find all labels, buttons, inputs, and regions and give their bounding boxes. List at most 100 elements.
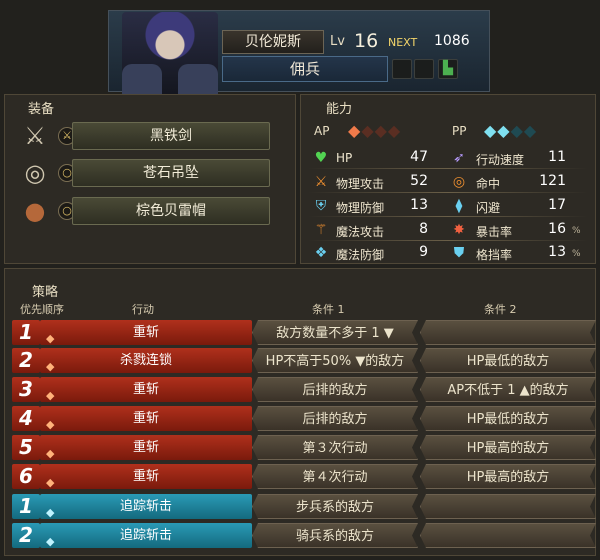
stat-mdef-value: 9 bbox=[419, 244, 428, 260]
stat-divider bbox=[308, 240, 588, 241]
gem-icon: ◆ bbox=[46, 418, 55, 431]
action-label: 追踪斩击 bbox=[119, 528, 172, 543]
condition-2[interactable]: HP最低的敌方 bbox=[420, 406, 596, 431]
equipment-title: 装备 bbox=[28, 102, 55, 117]
unit-class: 佣兵 bbox=[222, 56, 388, 82]
strategy-action[interactable]: ◆ 重斩 bbox=[40, 377, 252, 402]
action-label: 重斩 bbox=[132, 382, 159, 397]
target-icon: ◎ bbox=[452, 174, 466, 190]
action-label: 重斩 bbox=[132, 325, 159, 340]
priority-number: 5 bbox=[12, 435, 40, 460]
stat-block-unit: % bbox=[572, 249, 581, 259]
priority-number: 1 bbox=[12, 320, 40, 345]
strategy-action[interactable]: ◆ 重斩 bbox=[40, 464, 252, 489]
equip-weapon-button[interactable]: 黑铁剑 bbox=[72, 122, 270, 150]
gem-icon: ◆ bbox=[46, 535, 55, 548]
strategy-action[interactable]: ◆ 重斩 bbox=[40, 320, 252, 345]
condition-2[interactable]: HP最低的敌方 bbox=[420, 348, 596, 373]
stat-speed-value: 11 bbox=[548, 149, 566, 165]
priority-number: 2 bbox=[12, 523, 40, 548]
gem-icon: ◆ bbox=[46, 506, 55, 519]
gem-icon: ◆ bbox=[46, 476, 55, 489]
strategy-action[interactable]: ◆ 追踪斩击 bbox=[40, 494, 252, 519]
strategy-row[interactable]: 2 ◆ 追踪斩击 骑兵系的敌方 bbox=[6, 523, 594, 550]
stat-patk-value: 52 bbox=[410, 173, 428, 189]
action-label: 杀戮连锁 bbox=[119, 353, 172, 368]
condition-2[interactable] bbox=[420, 320, 596, 345]
gem-icon: ◆ bbox=[46, 360, 55, 373]
accessory-slot-2[interactable] bbox=[414, 59, 434, 79]
boot-icon: ▙ bbox=[438, 59, 458, 79]
strategy-action[interactable]: ◆ 重斩 bbox=[40, 406, 252, 431]
col-cond2: 条件 2 bbox=[484, 303, 517, 316]
strategy-row[interactable]: 6 ◆ 重斩 第４次行动 HP最高的敌方 bbox=[6, 464, 594, 491]
strategy-action[interactable]: ◆ 追踪斩击 bbox=[40, 523, 252, 548]
level-label: Lv bbox=[330, 34, 345, 49]
stat-speed-label: 行动速度 bbox=[476, 153, 525, 167]
condition-2[interactable]: HP最高的敌方 bbox=[420, 464, 596, 489]
strategy-action[interactable]: ◆ 杀戮连锁 bbox=[40, 348, 252, 373]
magic-shield-icon: ❖ bbox=[314, 245, 328, 261]
unit-portrait[interactable] bbox=[122, 12, 218, 94]
priority-number: 3 bbox=[12, 377, 40, 402]
equip-accessory1-button[interactable]: 苍石吊坠 bbox=[72, 159, 270, 187]
strategy-row[interactable]: 2 ◆ 杀戮连锁 HP不高于50% ▼的敌方 HP最低的敌方 bbox=[6, 348, 594, 375]
pp-gauge: ◆◆◆◆ bbox=[484, 121, 537, 140]
col-cond1: 条件 1 bbox=[312, 303, 345, 316]
action-label: 重斩 bbox=[132, 411, 159, 426]
stat-matk-label: 魔法攻击 bbox=[336, 225, 385, 239]
priority-number: 1 bbox=[12, 494, 40, 519]
hat-icon: ● bbox=[24, 197, 46, 225]
stat-eva-label: 闪避 bbox=[476, 201, 501, 215]
condition-1[interactable]: 后排的敌方 bbox=[252, 377, 418, 402]
accessory-slot-1[interactable] bbox=[392, 59, 412, 79]
col-priority: 优先顺序 bbox=[20, 303, 64, 316]
condition-1[interactable]: 第３次行动 bbox=[252, 435, 418, 460]
crit-icon: ✸ bbox=[453, 222, 465, 238]
action-label: 重斩 bbox=[132, 440, 159, 455]
strategy-row[interactable]: 1 ◆ 追踪斩击 步兵系的敌方 bbox=[6, 494, 594, 521]
sword-icon: ⚔ bbox=[24, 122, 46, 150]
ap-gem-empty: ◆◆◆ bbox=[361, 121, 402, 140]
condition-1[interactable]: 骑兵系的敌方 bbox=[252, 523, 418, 548]
condition-1[interactable]: 步兵系的敌方 bbox=[252, 494, 418, 519]
stat-patk-label: 物理攻击 bbox=[336, 177, 385, 191]
condition-2[interactable]: HP最高的敌方 bbox=[420, 435, 596, 460]
pp-gem-filled: ◆◆ bbox=[484, 121, 511, 140]
strategy-row[interactable]: 3 ◆ 重斩 后排的敌方 AP不低于 1 ▲的敌方 bbox=[6, 377, 594, 404]
strategy-action[interactable]: ◆ 重斩 bbox=[40, 435, 252, 460]
condition-1[interactable]: 敌方数量不多于 1 ▼ bbox=[252, 320, 418, 345]
strategy-row[interactable]: 5 ◆ 重斩 第３次行动 HP最高的敌方 bbox=[6, 435, 594, 462]
gem-icon: ◆ bbox=[46, 447, 55, 460]
priority-number: 6 bbox=[12, 464, 40, 489]
pp-label: PP bbox=[452, 124, 467, 138]
pendant-icon: ◎ bbox=[24, 159, 46, 187]
condition-1[interactable]: 第４次行动 bbox=[252, 464, 418, 489]
armor-icon: ⛨ bbox=[315, 198, 327, 214]
stat-block-value: 13 bbox=[548, 244, 566, 260]
priority-number: 4 bbox=[12, 406, 40, 431]
portrait-shoulder-right bbox=[178, 64, 218, 94]
strategy-row[interactable]: 1 ◆ 重斩 敌方数量不多于 1 ▼ bbox=[6, 320, 594, 347]
level-value: 16 bbox=[354, 30, 379, 52]
equip-accessory2-button[interactable]: 棕色贝雷帽 bbox=[72, 197, 270, 225]
condition-1[interactable]: HP不高于50% ▼的敌方 bbox=[252, 348, 418, 373]
condition-1[interactable]: 后排的敌方 bbox=[252, 406, 418, 431]
strategy-row[interactable]: 4 ◆ 重斩 后排的敌方 HP最低的敌方 bbox=[6, 406, 594, 433]
ability-title: 能力 bbox=[326, 102, 353, 117]
stat-crit-unit: % bbox=[572, 226, 581, 236]
evasion-icon: ⧫ bbox=[455, 198, 463, 214]
stat-hit-value: 121 bbox=[539, 173, 566, 189]
ap-label: AP bbox=[314, 124, 330, 138]
stat-divider bbox=[308, 168, 588, 169]
condition-2[interactable]: AP不低于 1 ▲的敌方 bbox=[420, 377, 596, 402]
stat-crit-value: 16 bbox=[548, 221, 566, 237]
gem-icon: ◆ bbox=[46, 389, 55, 402]
stat-divider bbox=[308, 192, 588, 193]
heart-icon: ♥ bbox=[314, 150, 328, 166]
condition-2[interactable] bbox=[420, 494, 596, 519]
priority-number: 2 bbox=[12, 348, 40, 373]
wand-icon: ⚚ bbox=[314, 222, 328, 238]
stat-crit-label: 暴击率 bbox=[476, 225, 513, 239]
condition-2[interactable] bbox=[420, 523, 596, 548]
